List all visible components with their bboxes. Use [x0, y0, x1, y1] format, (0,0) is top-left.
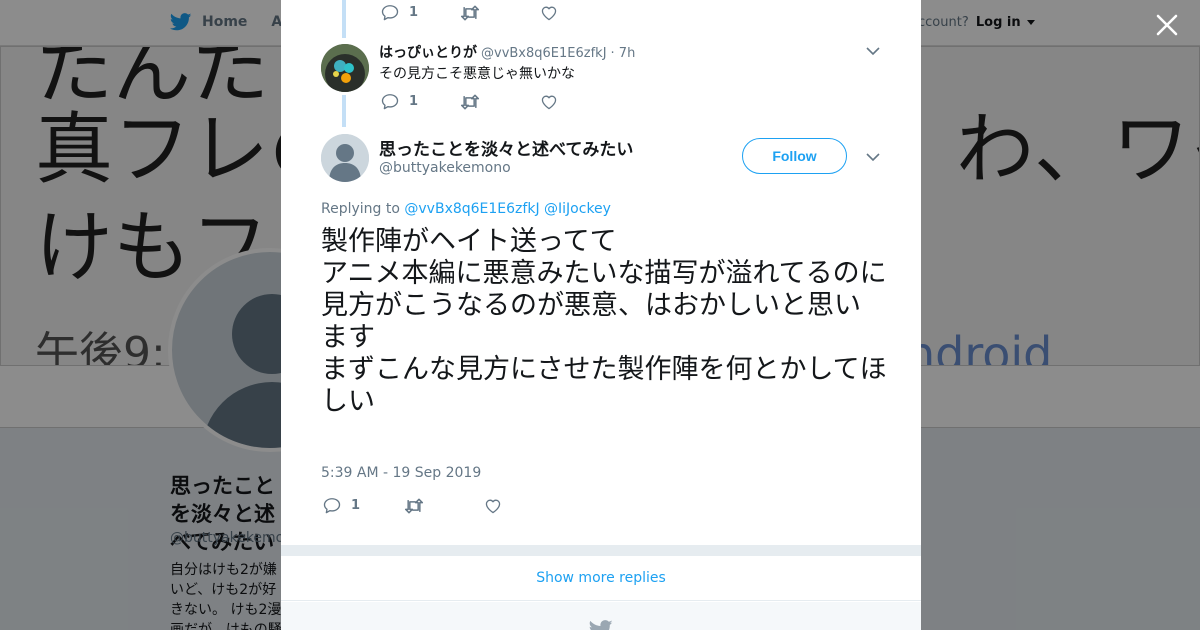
tweet-text-line: アニメ本編に悪意みたいな描写が溢れてるのに: [321, 258, 887, 289]
heart-icon: [541, 6, 557, 20]
reply-action[interactable]: 1: [381, 93, 418, 110]
replying-to-label: Replying to: [321, 201, 400, 217]
show-more-replies-button[interactable]: Show more replies: [281, 556, 921, 601]
reply-count: 1: [351, 498, 361, 513]
like-action[interactable]: [540, 94, 558, 110]
heart-icon: [485, 499, 501, 513]
mention-link[interactable]: @vvBx8q6E1E6zfkJ: [404, 201, 539, 217]
reply-time[interactable]: · 7h: [611, 46, 636, 61]
follow-button[interactable]: Follow: [742, 138, 847, 174]
mention-link[interactable]: @IiJockey: [544, 201, 611, 217]
tweet-text-line: 見方がこうなるのが悪意、はおかしいと思います: [321, 290, 861, 353]
replying-to: Replying to @vvBx8q6E1E6zfkJ @IiJockey: [321, 201, 611, 217]
close-icon[interactable]: [1154, 12, 1180, 38]
reply-count: 1: [409, 94, 419, 109]
reply-author-name[interactable]: はっぴぃとりが: [379, 42, 477, 62]
heart-icon: [541, 95, 557, 109]
section-divider: [281, 545, 921, 556]
reply-action[interactable]: 1: [323, 497, 360, 514]
tweet-text: 製作陣がヘイト送ってて アニメ本編に悪意みたいな描写が溢れてるのに 見方がこうな…: [321, 226, 887, 418]
like-action[interactable]: [540, 5, 558, 21]
reply-icon: [323, 498, 341, 514]
tweet-text-line: 製作陣がヘイト送ってて: [321, 226, 617, 257]
reply-icon: [381, 5, 399, 21]
prev-tweet-actions: 1: [381, 4, 558, 21]
chevron-down-icon[interactable]: [866, 152, 880, 162]
reply-icon: [381, 94, 399, 110]
retweet-action[interactable]: [460, 94, 480, 110]
main-tweet-actions: 1: [323, 497, 502, 514]
modal-footer: [281, 602, 921, 630]
reply-header: はっぴぃとりが @vvBx8q6E1E6zfkJ · 7h: [379, 42, 635, 62]
tweet-modal: 1 はっぴぃとりが @vvBx8q6E1E6zfkJ · 7h その見方こそ悪意…: [281, 0, 921, 630]
main-author-avatar[interactable]: [321, 134, 369, 182]
reply-count: 1: [409, 5, 419, 20]
thread-connector: [342, 95, 346, 127]
tweet-text-line: まずこんな見方にさせた製作陣を何とかしてほしい: [321, 354, 887, 417]
tweet-timestamp[interactable]: 5:39 AM - 19 Sep 2019: [321, 465, 481, 481]
retweet-action[interactable]: [460, 5, 480, 21]
twitter-bird-icon: [589, 620, 613, 630]
like-action[interactable]: [484, 498, 502, 514]
reply-action[interactable]: 1: [381, 4, 418, 21]
reply-tweet-actions: 1: [381, 93, 558, 110]
retweet-action[interactable]: [404, 498, 424, 514]
chevron-down-icon[interactable]: [866, 46, 880, 56]
main-author-name[interactable]: 思ったことを淡々と述べてみたい: [379, 135, 633, 160]
retweet-icon: [460, 5, 480, 20]
reply-author-avatar[interactable]: [321, 44, 369, 92]
reply-author-handle[interactable]: @vvBx8q6E1E6zfkJ: [481, 46, 607, 61]
retweet-icon: [404, 498, 424, 513]
thread-connector: [342, 0, 346, 38]
retweet-icon: [460, 94, 480, 109]
reply-text: その見方こそ悪意じゃ無いかな: [379, 66, 575, 82]
main-author-handle[interactable]: @buttyakekemono: [379, 160, 511, 176]
